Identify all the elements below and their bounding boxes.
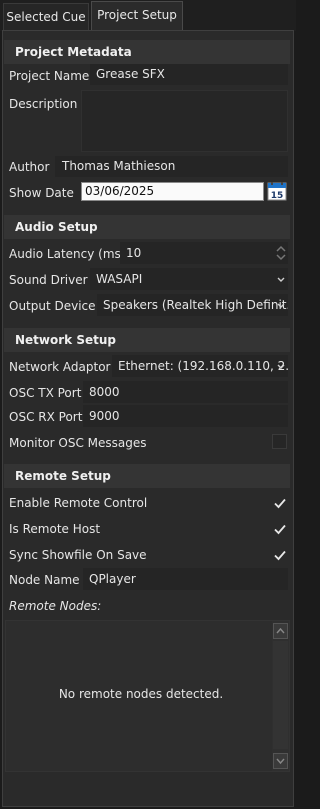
osc-tx-port-label: OSC TX Port (9, 386, 82, 400)
enable-remote-checkbox[interactable] (273, 496, 287, 510)
section-remote-setup: Remote Setup (4, 464, 290, 488)
tab-project-setup[interactable]: Project Setup (91, 1, 183, 31)
empty-list-message: No remote nodes detected. (58, 687, 224, 701)
osc-rx-port-label: OSC RX Port (9, 410, 83, 424)
section-audio-setup: Audio Setup (4, 215, 290, 239)
sound-driver-select[interactable]: WASAPI (90, 268, 288, 290)
svg-text:15: 15 (271, 191, 284, 201)
node-name-label: Node Name (9, 573, 80, 587)
chevron-down-icon[interactable] (276, 361, 286, 371)
is-remote-host-label: Is Remote Host (9, 522, 101, 536)
show-date-input[interactable]: 03/06/2025 (81, 182, 264, 201)
monitor-osc-checkbox[interactable] (272, 434, 287, 449)
sync-showfile-checkbox[interactable] (273, 548, 287, 562)
scrollbar[interactable] (272, 621, 289, 771)
osc-tx-port-input[interactable]: 8000 (83, 381, 288, 403)
is-remote-host-checkbox[interactable] (273, 522, 287, 536)
project-name-label: Project Name (9, 69, 90, 83)
scroll-up-button[interactable] (273, 623, 288, 639)
author-field[interactable]: Thomas Mathieson (55, 156, 288, 177)
spinner-arrows-icon[interactable] (275, 244, 287, 262)
sound-driver-label: Sound Driver (9, 273, 88, 287)
description-label: Description (9, 97, 78, 111)
scroll-track[interactable] (273, 641, 288, 749)
show-date-label: Show Date (9, 186, 74, 200)
chevron-down-icon (276, 758, 285, 765)
description-field[interactable] (81, 90, 288, 152)
osc-rx-port-input[interactable]: 9000 (83, 405, 288, 427)
section-project-metadata: Project Metadata (4, 40, 290, 64)
remote-nodes-label: Remote Nodes: (9, 599, 102, 613)
monitor-osc-label: Monitor OSC Messages (9, 436, 147, 450)
chevron-down-icon[interactable] (276, 300, 286, 310)
output-device-label: Output Device (9, 299, 96, 313)
node-name-input[interactable]: QPlayer (83, 568, 288, 590)
remote-nodes-list[interactable]: No remote nodes detected. (5, 620, 290, 772)
audio-latency-label: Audio Latency (ms) (9, 247, 126, 261)
enable-remote-label: Enable Remote Control (9, 496, 148, 510)
scroll-down-button[interactable] (273, 753, 288, 769)
author-label: Author (9, 160, 50, 174)
calendar-icon[interactable]: 15 (267, 182, 287, 201)
project-name-field[interactable]: Grease SFX (90, 64, 288, 85)
sync-showfile-label: Sync Showfile On Save (9, 548, 147, 562)
chevron-up-icon (276, 627, 285, 634)
network-adaptor-label: Network Adaptor (9, 360, 111, 374)
network-adaptor-select[interactable]: Ethernet: (192.168.0.110, 2... (112, 355, 288, 377)
output-device-select[interactable]: Speakers (Realtek High Definit... (97, 294, 288, 316)
tab-bar: Selected Cue Project Setup (0, 0, 296, 31)
audio-latency-input[interactable]: 10 (120, 242, 288, 264)
tab-selected-cue[interactable]: Selected Cue (3, 3, 89, 31)
section-network-setup: Network Setup (4, 328, 290, 352)
chevron-down-icon[interactable] (276, 274, 286, 284)
